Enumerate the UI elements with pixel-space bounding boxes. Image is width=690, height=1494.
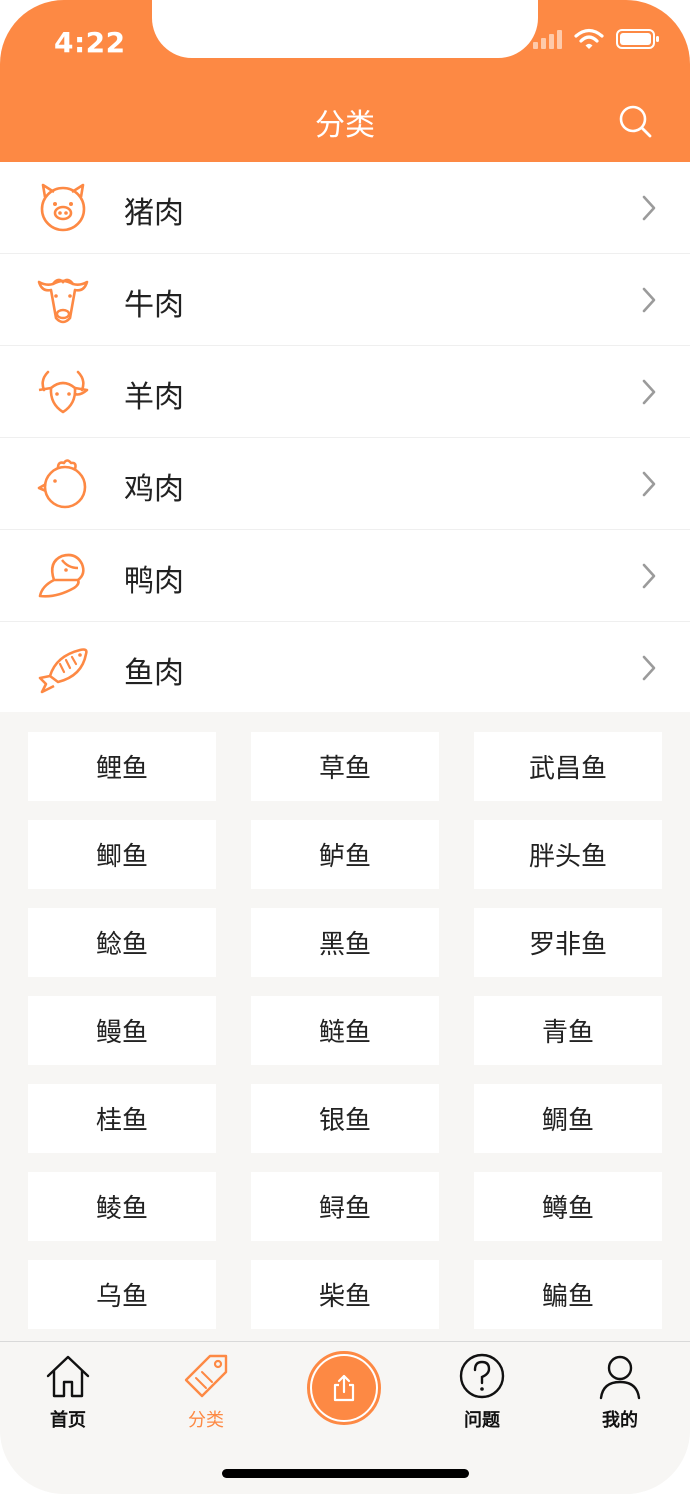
subcategory-item[interactable]: 鳊鱼 bbox=[474, 1260, 662, 1329]
subcategory-item[interactable]: 鲤鱼 bbox=[28, 732, 216, 801]
chevron-right-icon bbox=[642, 563, 656, 589]
subcategory-panel: 鲤鱼 草鱼 武昌鱼 鲫鱼 鲈鱼 胖头鱼 鲶鱼 黑鱼 罗非鱼 鳗鱼 鲢鱼 青鱼 桂… bbox=[0, 712, 690, 1342]
chevron-right-icon bbox=[642, 195, 656, 221]
tab-category[interactable]: 分类 bbox=[161, 1352, 251, 1432]
subcategory-item[interactable]: 胖头鱼 bbox=[474, 820, 662, 889]
tab-label: 问题 bbox=[464, 1410, 500, 1431]
search-icon bbox=[619, 105, 652, 138]
duck-icon bbox=[38, 553, 85, 598]
subcategory-item[interactable]: 鲶鱼 bbox=[28, 908, 216, 977]
subcategory-item[interactable]: 桂鱼 bbox=[28, 1084, 216, 1153]
category-row-beef[interactable]: 牛肉 bbox=[0, 254, 690, 346]
page-title: 分类 bbox=[315, 108, 375, 143]
category-row-duck[interactable]: 鸭肉 bbox=[0, 530, 690, 622]
app-header: 4:22 分类 bbox=[0, 0, 690, 162]
subcategory-item[interactable]: 青鱼 bbox=[474, 996, 662, 1065]
goat-icon bbox=[38, 370, 89, 414]
subcategory-grid: 鲤鱼 草鱼 武昌鱼 鲫鱼 鲈鱼 胖头鱼 鲶鱼 黑鱼 罗非鱼 鳗鱼 鲢鱼 青鱼 桂… bbox=[28, 732, 662, 1329]
status-icons bbox=[533, 28, 660, 50]
subcategory-item[interactable]: 鲷鱼 bbox=[474, 1084, 662, 1153]
battery-icon bbox=[616, 29, 659, 49]
category-row-fish[interactable]: 鱼肉 bbox=[0, 622, 690, 714]
question-icon bbox=[459, 1353, 505, 1399]
cow-icon bbox=[37, 278, 89, 324]
subcategory-item[interactable]: 乌鱼 bbox=[28, 1260, 216, 1329]
category-label: 鸭肉 bbox=[124, 564, 184, 599]
subcategory-item[interactable]: 黑鱼 bbox=[251, 908, 439, 977]
cellular-signal-icon bbox=[533, 29, 562, 49]
category-row-chicken[interactable]: 鸡肉 bbox=[0, 438, 690, 530]
upload-icon bbox=[333, 1374, 355, 1402]
category-label: 鸡肉 bbox=[124, 472, 184, 507]
device-notch bbox=[152, 0, 538, 58]
user-icon bbox=[599, 1355, 641, 1400]
subcategory-item[interactable]: 鲟鱼 bbox=[251, 1172, 439, 1241]
subcategory-item[interactable]: 鲢鱼 bbox=[251, 996, 439, 1065]
tab-label: 分类 bbox=[188, 1410, 224, 1431]
subcategory-item[interactable]: 银鱼 bbox=[251, 1084, 439, 1153]
pig-icon bbox=[40, 183, 86, 232]
fish-icon bbox=[38, 648, 88, 694]
subcategory-item[interactable]: 武昌鱼 bbox=[474, 732, 662, 801]
wifi-icon bbox=[574, 28, 604, 49]
subcategory-item[interactable]: 鲮鱼 bbox=[28, 1172, 216, 1241]
phone-screen: 4:22 分类 猪肉 牛肉 羊肉 鸡肉 鸭肉 鱼肉 鲤鱼 草鱼 武昌鱼 鲫鱼 鲈… bbox=[0, 0, 690, 1494]
tag-icon bbox=[184, 1354, 228, 1398]
category-list: 猪肉 牛肉 羊肉 鸡肉 鸭肉 鱼肉 bbox=[0, 162, 690, 714]
tab-label: 首页 bbox=[50, 1410, 86, 1431]
chevron-right-icon bbox=[642, 379, 656, 405]
home-indicator bbox=[222, 1469, 469, 1478]
chevron-right-icon bbox=[642, 287, 656, 313]
subcategory-item[interactable]: 柴鱼 bbox=[251, 1260, 439, 1329]
search-button[interactable] bbox=[616, 102, 656, 142]
upload-button-inner bbox=[312, 1356, 376, 1420]
category-row-pork[interactable]: 猪肉 bbox=[0, 162, 690, 254]
tab-home[interactable]: 首页 bbox=[23, 1352, 113, 1432]
tab-questions[interactable]: 问题 bbox=[437, 1352, 527, 1432]
tab-profile[interactable]: 我的 bbox=[575, 1352, 665, 1432]
subcategory-item[interactable]: 罗非鱼 bbox=[474, 908, 662, 977]
tab-bar: 首页 分类 问题 我的 bbox=[0, 1341, 690, 1494]
tab-label: 我的 bbox=[602, 1410, 638, 1431]
category-row-lamb[interactable]: 羊肉 bbox=[0, 346, 690, 438]
subcategory-item[interactable]: 鳗鱼 bbox=[28, 996, 216, 1065]
subcategory-item[interactable]: 鲫鱼 bbox=[28, 820, 216, 889]
status-time: 4:22 bbox=[54, 26, 126, 59]
chicken-icon bbox=[37, 459, 87, 509]
category-label: 羊肉 bbox=[124, 380, 184, 415]
category-label: 牛肉 bbox=[124, 288, 184, 323]
subcategory-item[interactable]: 草鱼 bbox=[251, 732, 439, 801]
category-label: 鱼肉 bbox=[124, 656, 184, 691]
subcategory-item[interactable]: 鳟鱼 bbox=[474, 1172, 662, 1241]
chevron-right-icon bbox=[642, 655, 656, 681]
subcategory-item[interactable]: 鲈鱼 bbox=[251, 820, 439, 889]
upload-button[interactable] bbox=[307, 1351, 381, 1425]
chevron-right-icon bbox=[642, 471, 656, 497]
category-label: 猪肉 bbox=[124, 196, 184, 231]
home-icon bbox=[46, 1355, 90, 1398]
